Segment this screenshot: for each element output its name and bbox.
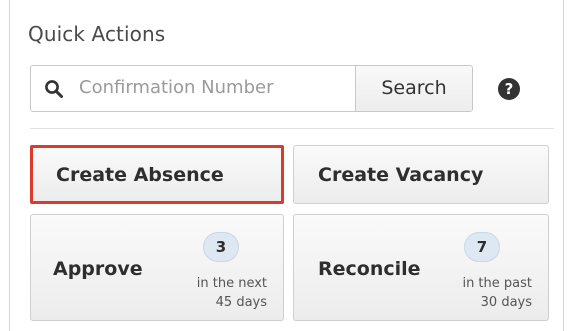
reconcile-label: Reconcile	[318, 258, 421, 280]
reconcile-count-badge: 7	[464, 232, 500, 262]
approve-button[interactable]: Approve 3 in the next 45 days	[30, 214, 284, 321]
reconcile-count-caption: in the past 30 days	[462, 274, 532, 312]
approve-count-badge: 3	[203, 232, 239, 262]
divider	[30, 128, 554, 129]
question-circle-icon[interactable]: ?	[498, 78, 520, 100]
panel-title: Quick Actions	[28, 22, 166, 46]
search-button[interactable]: Search	[356, 66, 472, 111]
quick-actions-panel: Quick Actions Confirmation Number Search…	[9, 0, 564, 331]
search-icon	[45, 80, 63, 98]
search-placeholder: Confirmation Number	[79, 77, 274, 98]
create-absence-button[interactable]: Create Absence	[30, 145, 284, 204]
confirmation-search-group: Confirmation Number Search	[30, 65, 473, 112]
reconcile-caption-line1: in the past	[462, 276, 532, 291]
create-absence-label: Create Absence	[56, 164, 224, 186]
approve-caption-line1: in the next	[196, 276, 267, 291]
reconcile-button[interactable]: Reconcile 7 in the past 30 days	[293, 214, 549, 321]
approve-caption-line2: 45 days	[215, 295, 267, 310]
reconcile-caption-line2: 30 days	[480, 295, 532, 310]
confirmation-number-input[interactable]: Confirmation Number	[31, 66, 356, 111]
create-vacancy-button[interactable]: Create Vacancy	[293, 145, 549, 204]
approve-label: Approve	[53, 258, 143, 280]
create-vacancy-label: Create Vacancy	[318, 164, 484, 186]
approve-count-caption: in the next 45 days	[197, 274, 267, 312]
